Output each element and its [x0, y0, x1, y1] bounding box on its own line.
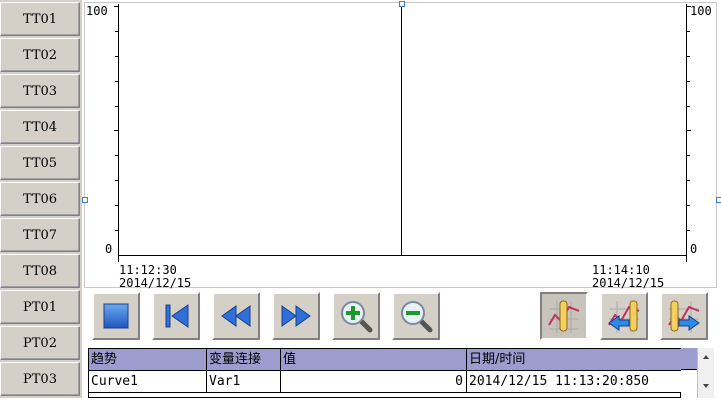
sidebar-item-tt07[interactable]: TT07 [0, 218, 80, 252]
sidebar-item-tt02[interactable]: TT02 [0, 38, 80, 72]
ruler-left-button[interactable] [600, 292, 648, 340]
column-header-trend[interactable]: 趋势 [89, 349, 207, 371]
y-left-max-label: 100 [86, 4, 108, 18]
sidebar-item-pt01[interactable]: PT01 [0, 290, 80, 324]
resize-handle-left[interactable] [82, 197, 88, 203]
zoom-in-button[interactable] [332, 292, 380, 340]
scroll-down-icon [703, 384, 709, 388]
ruler-button[interactable] [540, 292, 588, 340]
sidebar-item-pt03[interactable]: PT03 [0, 362, 80, 396]
y-left-min-label: 0 [105, 242, 113, 256]
zoom-out-button[interactable] [392, 292, 440, 340]
cell-datetime: 2014/12/15 11:13:20:850 [467, 371, 681, 393]
y-right-min-label: 0 [690, 242, 698, 256]
zoom-out-icon [401, 301, 433, 333]
sidebar-item-tt01[interactable]: TT01 [0, 2, 80, 36]
sidebar-item-tt05[interactable]: TT05 [0, 146, 80, 180]
time-end-label: 11:14:10 2014/12/15 [592, 263, 665, 290]
ruler-right-icon [668, 300, 700, 333]
column-header-value[interactable]: 值 [281, 349, 467, 371]
value-table: 趋势 变量连接 值 日期/时间 Curve1 Var1 0 2014/12/15… [88, 348, 681, 398]
ruler-left-icon [608, 300, 640, 333]
sidebar-item-tt04[interactable]: TT04 [0, 110, 80, 144]
sidebar: TT01 TT02 TT03 TT04 TT05 TT06 TT07 TT08 … [0, 0, 82, 398]
forward-icon [281, 305, 311, 327]
trend-plot [84, 2, 717, 288]
ruler-handle-top[interactable] [399, 1, 405, 7]
cell-trend: Curve1 [89, 371, 207, 393]
rewind-button[interactable] [212, 292, 260, 340]
y-right-max-label: 100 [690, 4, 712, 18]
scrollbar-arrows [703, 355, 709, 388]
ruler-right-button[interactable] [660, 292, 708, 340]
sidebar-item-tt08[interactable]: TT08 [0, 254, 80, 288]
column-header-variable[interactable]: 变量连接 [207, 349, 281, 371]
resize-handle-right[interactable] [716, 197, 721, 203]
sidebar-item-tt03[interactable]: TT03 [0, 74, 80, 108]
sidebar-item-tt06[interactable]: TT06 [0, 182, 80, 216]
sidebar-item-pt02[interactable]: PT02 [0, 326, 80, 360]
cell-value: 0 [281, 371, 467, 393]
scroll-up-icon [703, 355, 709, 359]
go-first-button[interactable] [152, 292, 200, 340]
column-header-datetime[interactable]: 日期/时间 [467, 349, 681, 371]
table-scrollbar[interactable] [697, 348, 714, 398]
first-icon [165, 304, 189, 328]
stop-icon [103, 303, 129, 329]
cell-variable: Var1 [207, 371, 281, 393]
forward-button[interactable] [272, 292, 320, 340]
zoom-in-icon [341, 301, 373, 333]
stop-button[interactable] [92, 292, 140, 340]
rewind-icon [221, 305, 251, 327]
ruler-icon [548, 300, 580, 333]
table-header-filler [681, 348, 697, 370]
time-start-label: 11:12:30 2014/12/15 [119, 263, 192, 290]
trend-view[interactable]: 100 0 100 0 11:12:30 2014/12/15 11:14:10… [82, 0, 721, 290]
